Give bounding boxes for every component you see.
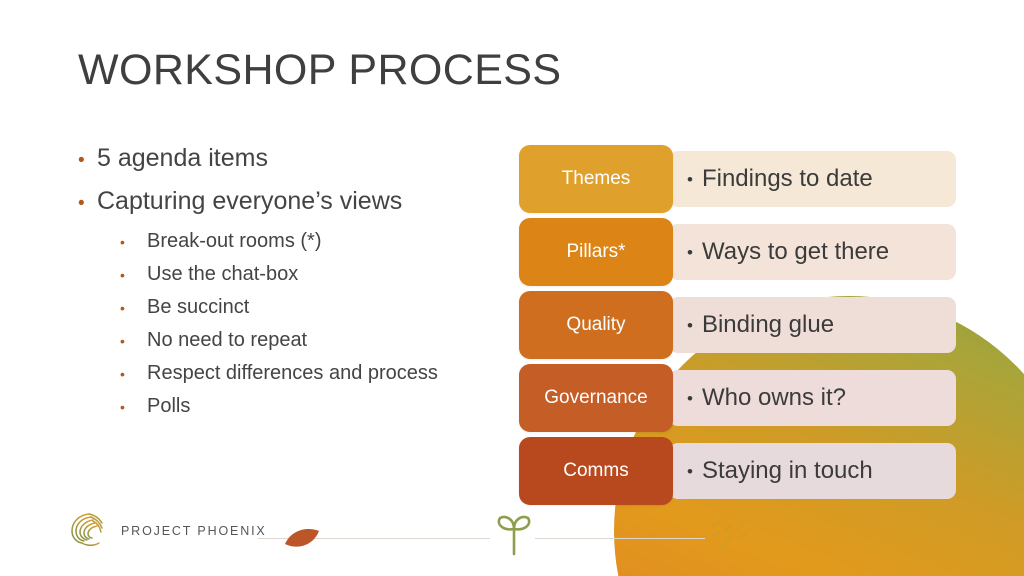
process-description-text: Who owns it?: [701, 384, 847, 411]
divider: [535, 538, 705, 539]
list-item-label: Break-out rooms (*): [147, 230, 322, 252]
process-description-panel: • Ways to get there: [669, 224, 956, 280]
bullet-dot-icon: •: [687, 388, 693, 408]
bullet-dot-icon: •: [78, 193, 85, 214]
process-description-panel: • Staying in touch: [669, 443, 956, 499]
slide-canvas: WORKSHOP PROCESS • 5 agenda items • Capt…: [0, 0, 1024, 576]
phoenix-swirl-mark: [71, 513, 103, 546]
process-row-themes: Themes • Findings to date: [519, 145, 956, 213]
seeds-icon: [710, 520, 748, 551]
agenda-bullet-list: • 5 agenda items • Capturing everyone’s …: [78, 142, 508, 426]
list-item-label: Respect differences and process: [147, 362, 438, 384]
process-description-text: Staying in touch: [701, 457, 873, 484]
page-title: WORKSHOP PROCESS: [78, 46, 562, 94]
bullet-dot-icon: •: [120, 267, 125, 283]
process-row-governance: Governance • Who owns it?: [519, 364, 956, 432]
process-label-text: Themes: [561, 168, 631, 189]
list-item: • Capturing everyone’s views: [78, 185, 508, 217]
list-item: • No need to repeat: [78, 327, 508, 353]
process-label-text: Governance: [544, 387, 648, 408]
process-label-text: Quality: [566, 314, 626, 335]
list-item: • Break-out rooms (*): [78, 228, 508, 254]
list-item-label: No need to repeat: [147, 329, 308, 351]
list-item-label: Polls: [147, 395, 191, 417]
process-label-block: Comms: [519, 437, 673, 505]
bullet-dot-icon: •: [687, 461, 693, 481]
process-description-panel: • Binding glue: [669, 297, 956, 353]
list-item: • Be succinct: [78, 294, 508, 320]
process-label-text: Comms: [563, 460, 629, 481]
bullet-dot-icon: •: [120, 399, 125, 415]
process-diagram: Themes • Findings to date Pillars* • Way…: [519, 145, 956, 510]
process-description-panel: • Who owns it?: [669, 370, 956, 426]
list-item: • 5 agenda items: [78, 142, 508, 174]
process-row-pillars: Pillars* • Ways to get there: [519, 218, 956, 286]
process-row-quality: Quality • Binding glue: [519, 291, 956, 359]
process-description-panel: • Findings to date: [669, 151, 956, 207]
bullet-dot-icon: •: [120, 234, 125, 250]
bullet-dot-icon: •: [120, 300, 125, 316]
divider: [340, 538, 490, 539]
brand-logo: PROJECT PHOENIX: [68, 510, 267, 552]
bullet-dot-icon: •: [687, 169, 693, 189]
bullet-dot-icon: •: [78, 150, 85, 171]
list-item-label: Be succinct: [147, 296, 250, 318]
list-item-label: Capturing everyone’s views: [97, 187, 403, 215]
list-item: • Use the chat-box: [78, 261, 508, 287]
list-item: • Polls: [78, 393, 508, 419]
process-label-block: Pillars*: [519, 218, 673, 286]
sprout-icon: [497, 515, 531, 556]
brand-logo-text: PROJECT PHOENIX: [121, 524, 267, 538]
process-description-text: Findings to date: [701, 165, 873, 192]
process-description-text: Ways to get there: [701, 238, 890, 265]
process-label-block: Quality: [519, 291, 673, 359]
list-item: • Respect differences and process: [78, 360, 508, 386]
process-label-block: Governance: [519, 364, 673, 432]
leaf-icon: [285, 528, 319, 547]
bullet-dot-icon: •: [687, 315, 693, 335]
process-label-block: Themes: [519, 145, 673, 213]
process-row-comms: Comms • Staying in touch: [519, 437, 956, 505]
bullet-dot-icon: •: [120, 333, 125, 349]
process-label-text: Pillars*: [566, 241, 626, 262]
bullet-dot-icon: •: [687, 242, 693, 262]
bullet-dot-icon: •: [120, 366, 125, 382]
list-item-label: Use the chat-box: [147, 263, 299, 285]
process-description-text: Binding glue: [701, 311, 835, 338]
list-item-label: 5 agenda items: [97, 144, 268, 172]
